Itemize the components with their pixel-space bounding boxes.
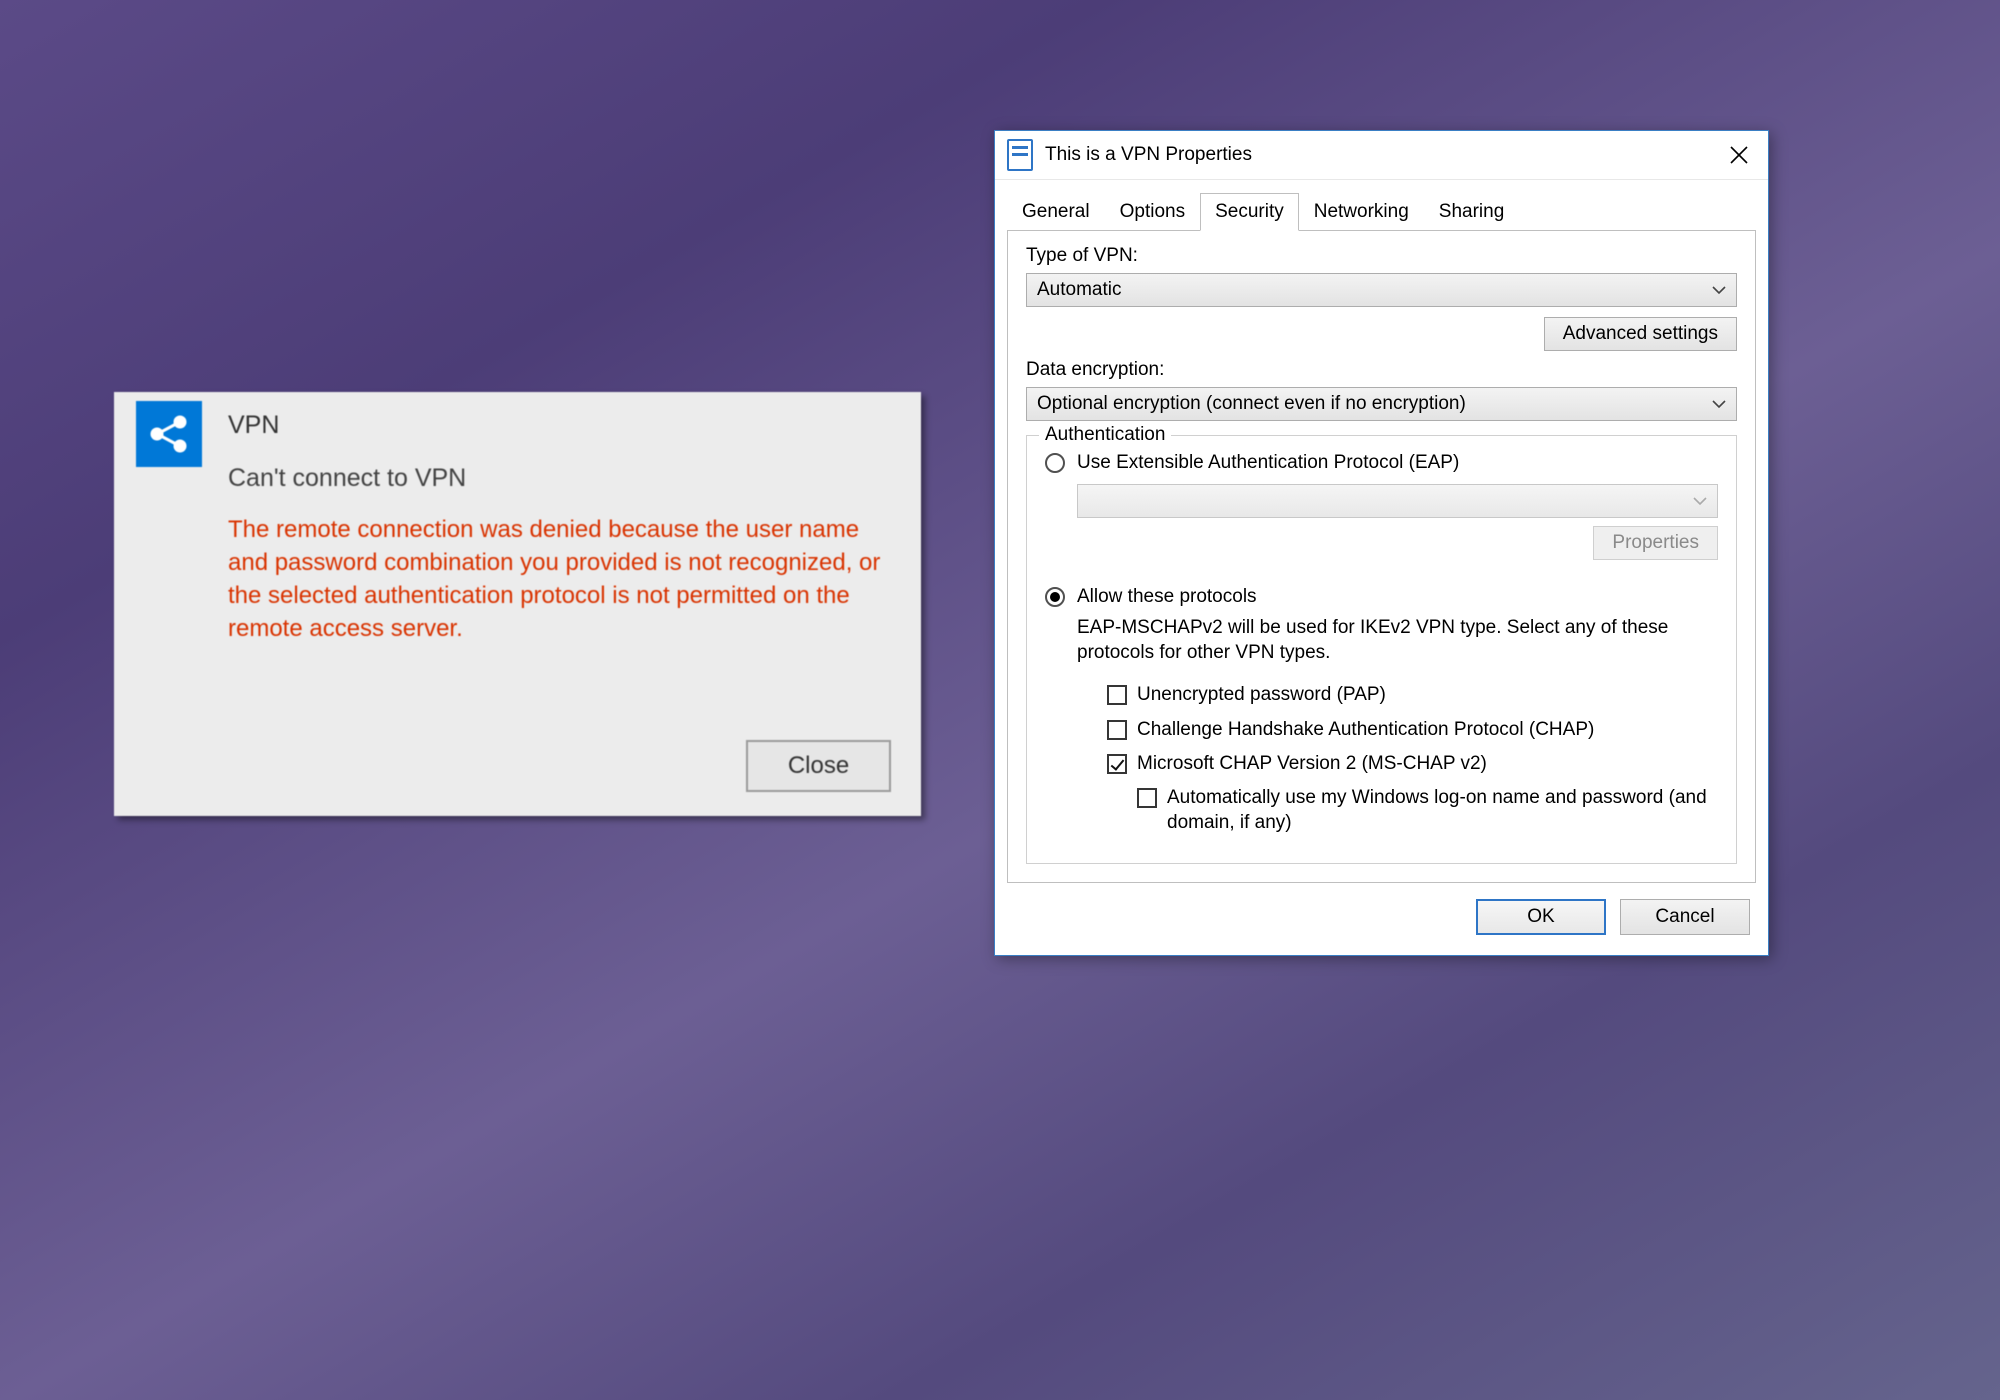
notification-error-message: The remote connection was denied because… xyxy=(228,513,893,645)
type-of-vpn-value: Automatic xyxy=(1037,279,1121,301)
allow-protocols-radio-row[interactable]: Allow these protocols xyxy=(1045,586,1718,608)
tab-security[interactable]: Security xyxy=(1200,193,1299,231)
close-button[interactable]: Close xyxy=(746,740,891,792)
data-encryption-dropdown[interactable]: Optional encryption (connect even if no … xyxy=(1026,387,1737,421)
notification-content: VPN Can't connect to VPN The remote conn… xyxy=(114,392,921,663)
vpn-error-notification: VPN Can't connect to VPN The remote conn… xyxy=(114,392,921,816)
dialog-title: This is a VPN Properties xyxy=(1045,144,1716,166)
mschap-checkbox-label: Microsoft CHAP Version 2 (MS-CHAP v2) xyxy=(1137,752,1487,776)
notification-heading: Can't connect to VPN xyxy=(228,464,893,493)
type-of-vpn-label: Type of VPN: xyxy=(1026,245,1737,267)
chevron-down-icon xyxy=(1712,285,1726,295)
eap-radio-row[interactable]: Use Extensible Authentication Protocol (… xyxy=(1045,452,1718,474)
pap-checkbox-row[interactable]: Unencrypted password (PAP) xyxy=(1107,683,1718,707)
chevron-down-icon xyxy=(1693,496,1707,506)
pap-checkbox[interactable] xyxy=(1107,685,1127,705)
eap-radio[interactable] xyxy=(1045,453,1065,473)
notification-title: VPN xyxy=(228,411,893,440)
mschap-checkbox-row[interactable]: Microsoft CHAP Version 2 (MS-CHAP v2) xyxy=(1107,752,1718,776)
data-encryption-label: Data encryption: xyxy=(1026,359,1737,381)
chap-checkbox-row[interactable]: Challenge Handshake Authentication Proto… xyxy=(1107,718,1718,742)
data-encryption-value: Optional encryption (connect even if no … xyxy=(1037,393,1466,415)
vpn-properties-dialog: This is a VPN Properties General Options… xyxy=(994,130,1769,956)
allow-protocols-note: EAP-MSCHAPv2 will be used for IKEv2 VPN … xyxy=(1077,616,1718,665)
authentication-legend: Authentication xyxy=(1039,424,1171,446)
authentication-groupbox: Authentication Use Extensible Authentica… xyxy=(1026,435,1737,864)
tab-strip: General Options Security Networking Shar… xyxy=(1007,192,1756,231)
autologon-checkbox[interactable] xyxy=(1137,788,1157,808)
tab-options[interactable]: Options xyxy=(1105,193,1200,231)
document-icon xyxy=(1007,139,1033,171)
close-icon[interactable] xyxy=(1716,134,1762,176)
autologon-checkbox-label: Automatically use my Windows log-on name… xyxy=(1167,786,1718,835)
tab-sharing[interactable]: Sharing xyxy=(1424,193,1520,231)
desktop-background: VPN Can't connect to VPN The remote conn… xyxy=(0,0,2000,1400)
type-of-vpn-dropdown[interactable]: Automatic xyxy=(1026,273,1737,307)
vpn-share-icon xyxy=(136,401,202,467)
dialog-body: General Options Security Networking Shar… xyxy=(995,180,1768,883)
notification-body: VPN Can't connect to VPN The remote conn… xyxy=(228,401,893,645)
mschap-checkbox[interactable] xyxy=(1107,754,1127,774)
eap-properties-button: Properties xyxy=(1593,526,1718,560)
ok-button[interactable]: OK xyxy=(1476,899,1606,935)
chevron-down-icon xyxy=(1712,399,1726,409)
eap-radio-label: Use Extensible Authentication Protocol (… xyxy=(1077,452,1459,474)
dialog-footer: OK Cancel xyxy=(995,883,1768,955)
pap-checkbox-label: Unencrypted password (PAP) xyxy=(1137,683,1386,707)
advanced-settings-button[interactable]: Advanced settings xyxy=(1544,317,1737,351)
dialog-titlebar[interactable]: This is a VPN Properties xyxy=(995,131,1768,180)
notification-footer: Close xyxy=(746,740,891,792)
chap-checkbox[interactable] xyxy=(1107,720,1127,740)
cancel-button[interactable]: Cancel xyxy=(1620,899,1750,935)
security-tab-panel: Type of VPN: Automatic Advanced settings… xyxy=(1007,231,1756,883)
autologon-checkbox-row[interactable]: Automatically use my Windows log-on name… xyxy=(1137,786,1718,835)
allow-protocols-radio[interactable] xyxy=(1045,587,1065,607)
tab-networking[interactable]: Networking xyxy=(1299,193,1424,231)
eap-method-dropdown xyxy=(1077,484,1718,518)
allow-protocols-radio-label: Allow these protocols xyxy=(1077,586,1257,608)
chap-checkbox-label: Challenge Handshake Authentication Proto… xyxy=(1137,718,1594,742)
tab-general[interactable]: General xyxy=(1007,193,1105,231)
